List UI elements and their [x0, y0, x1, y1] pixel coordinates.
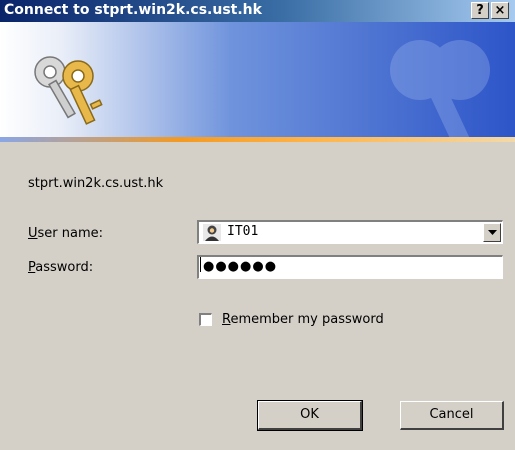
title-bar[interactable]: Connect to stprt.win2k.cs.ust.hk ? × [0, 0, 515, 22]
banner-stripe [0, 137, 515, 142]
user-icon [203, 224, 221, 241]
username-label-text: ser name: [37, 226, 104, 241]
cancel-button[interactable]: Cancel [400, 401, 504, 430]
password-field[interactable]: ●●●●●● [197, 255, 503, 279]
server-name: stprt.win2k.cs.ust.hk [28, 176, 164, 191]
close-button[interactable]: × [491, 2, 509, 19]
password-mask: ●●●●●● [203, 259, 278, 274]
chevron-down-icon [488, 230, 497, 235]
remember-label-text: emember my password [230, 312, 384, 327]
remember-password-label[interactable]: Remember my password [222, 312, 384, 327]
keys-icon [34, 56, 103, 125]
dropdown-button[interactable] [483, 223, 501, 242]
window-title: Connect to stprt.win2k.cs.ust.hk [4, 2, 262, 18]
connect-dialog: Connect to stprt.win2k.cs.ust.hk ? × stp… [0, 0, 515, 450]
username-value[interactable]: IT01 [227, 224, 258, 239]
dialog-banner [0, 22, 515, 137]
text-caret [200, 257, 201, 272]
password-label: Password: [28, 260, 93, 275]
help-button[interactable]: ? [471, 2, 489, 19]
username-combobox[interactable]: IT01 [197, 220, 503, 244]
keys-watermark-icon [390, 40, 490, 137]
username-label: User name: [28, 226, 103, 241]
password-label-text: assword: [35, 260, 94, 275]
username-label-accel: U [28, 226, 38, 241]
remember-password-checkbox[interactable] [199, 313, 212, 326]
ok-button[interactable]: OK [257, 400, 363, 431]
